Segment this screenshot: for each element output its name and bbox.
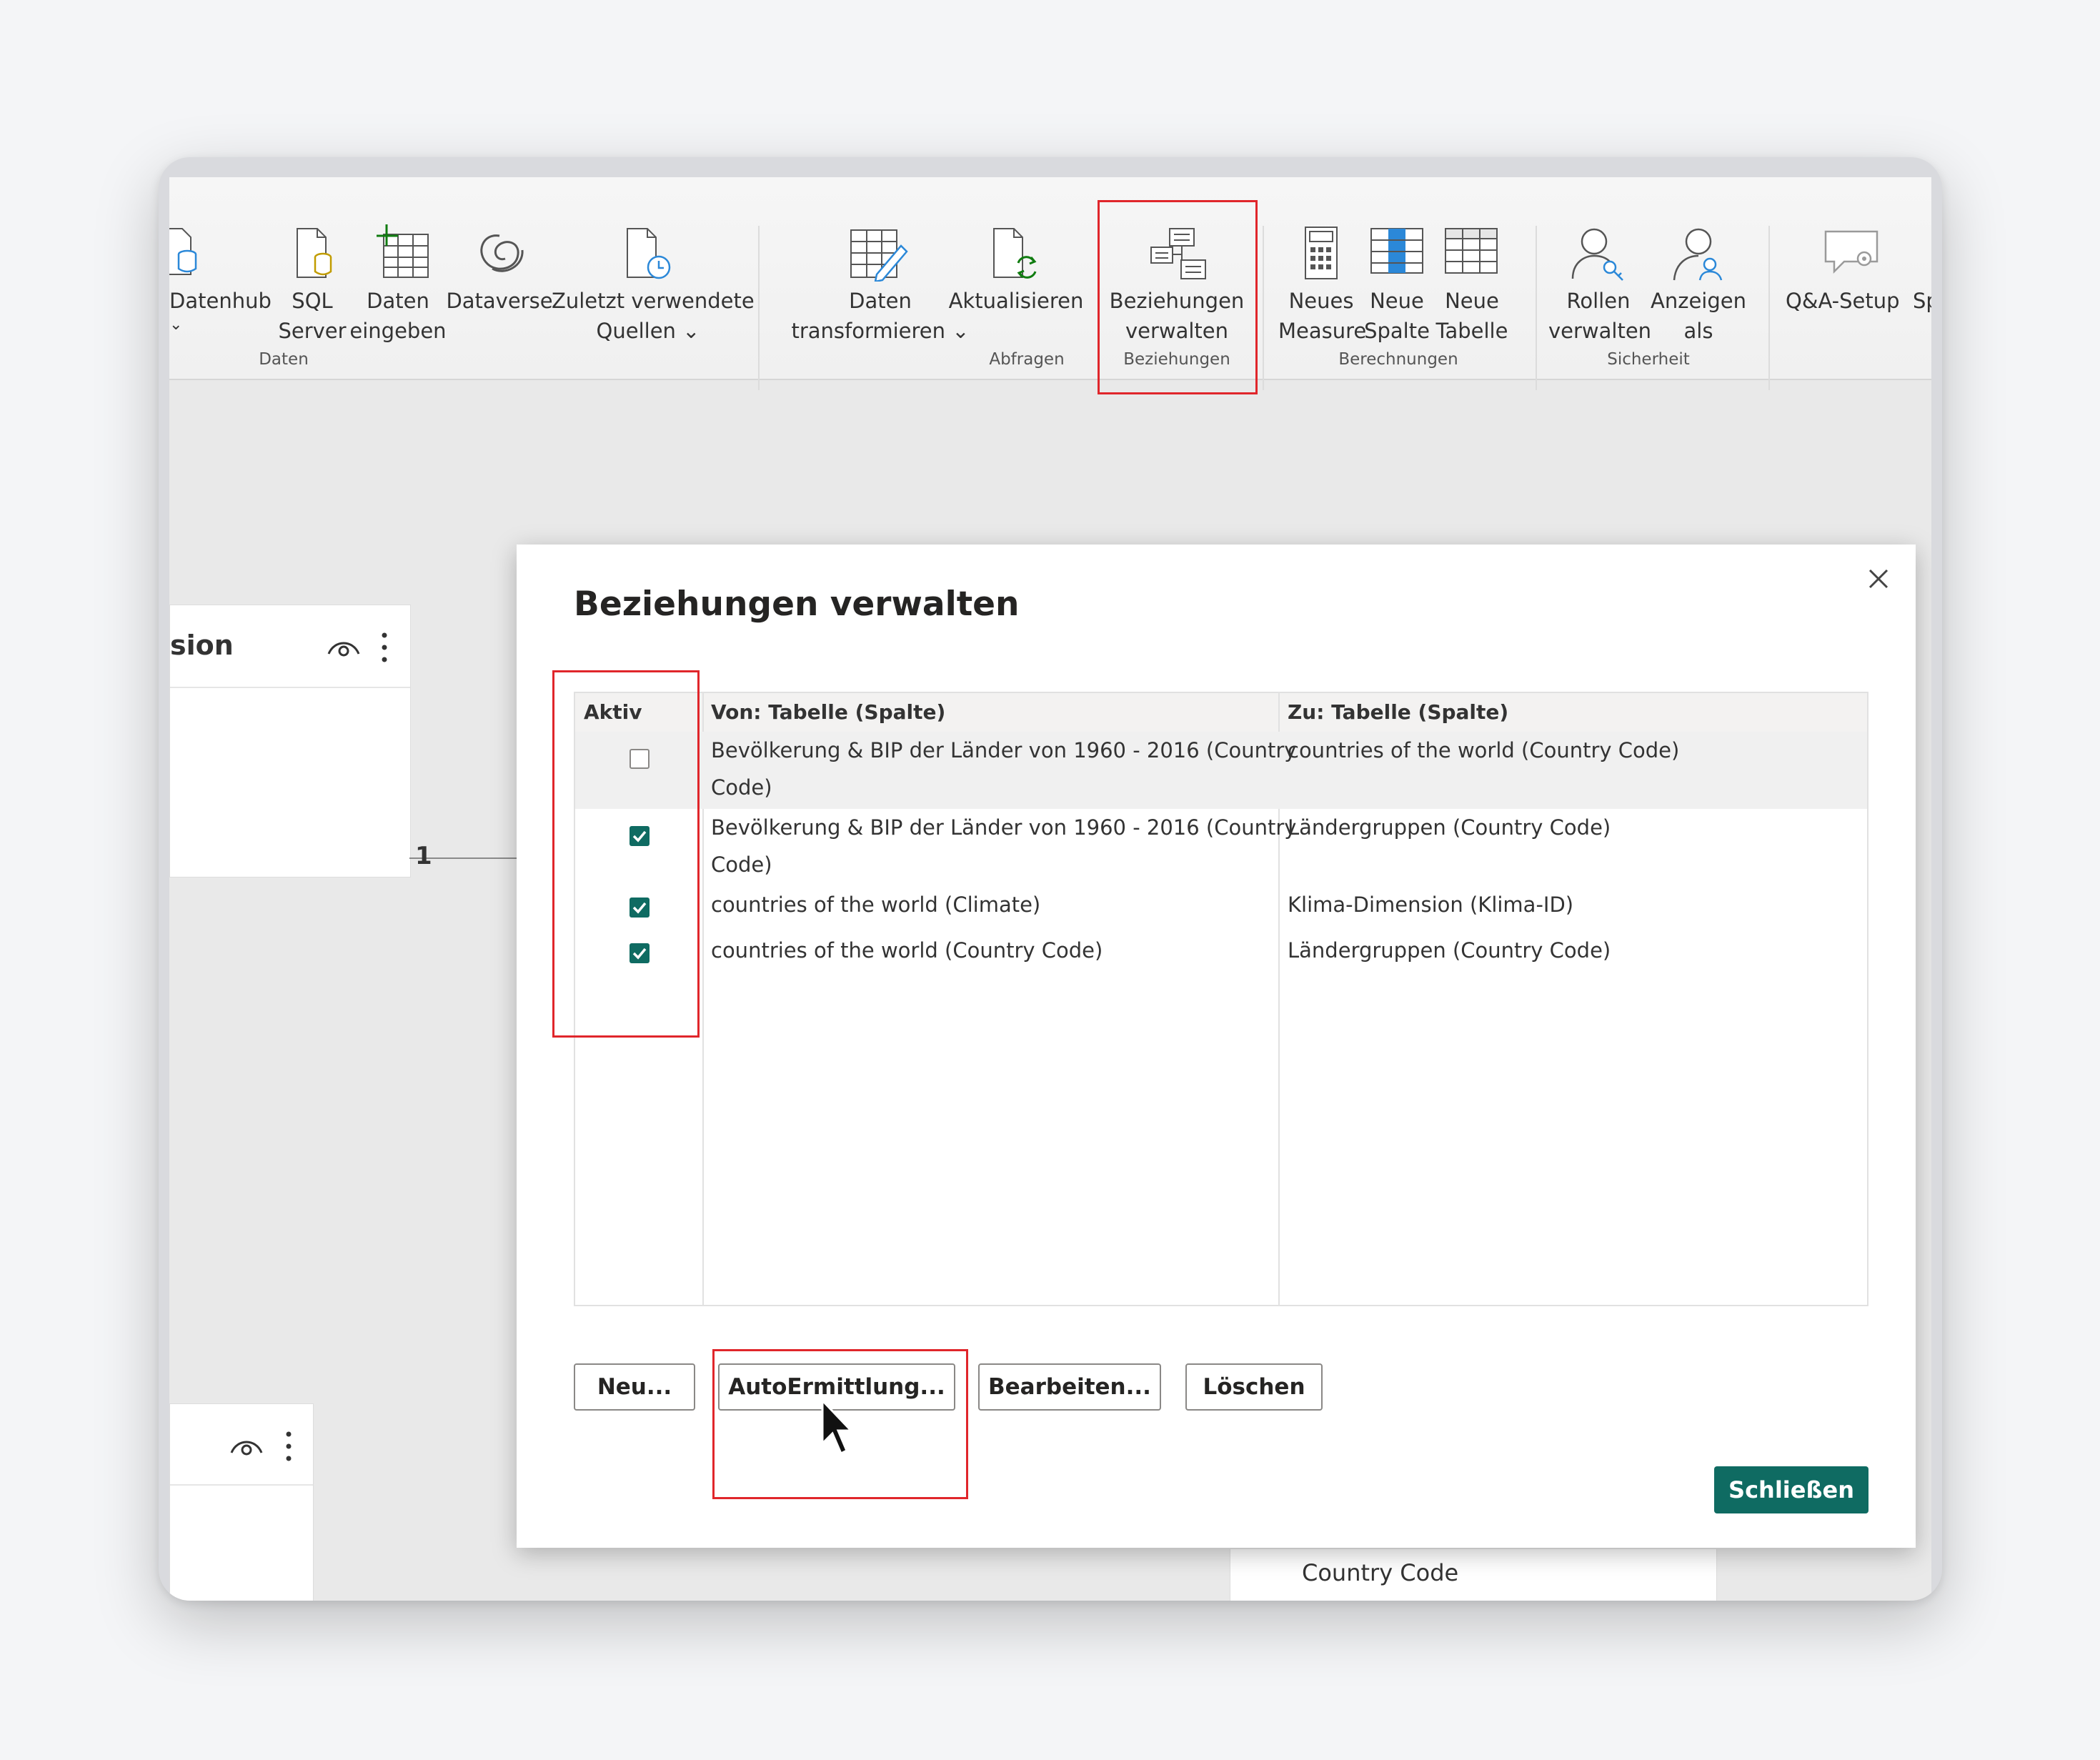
dataverse-button[interactable]: Dataverse [442, 220, 557, 349]
close-icon[interactable] [1858, 559, 1899, 599]
anzeigen-label-2: als [1683, 319, 1713, 343]
recent-sources-icon [627, 228, 671, 279]
ribbon: Datenhub ⌄ SQL Server Daten eingeben Dat… [169, 177, 1931, 394]
neu-button[interactable]: Neu... [574, 1363, 695, 1411]
ribbon-separator [1536, 226, 1537, 390]
eye-icon[interactable] [326, 637, 362, 658]
loeschen-button[interactable]: Löschen [1185, 1363, 1323, 1411]
column-header-von[interactable]: Von: Tabelle (Spalte) [711, 693, 1283, 732]
from-cell-line1: countries of the world (Country Code) [711, 938, 1103, 963]
zuletzt-label-1: Zuletzt verwendete [552, 289, 755, 313]
sprache-button-cut[interactable]: Sp [1913, 220, 1931, 349]
qa-setup-button[interactable]: Q&A-Setup [1786, 220, 1921, 349]
app-window-frame: Datenhub ⌄ SQL Server Daten eingeben Dat… [159, 157, 1942, 1601]
new-table-icon [1445, 228, 1498, 274]
neues-measure-button[interactable]: Neues Measure [1278, 220, 1367, 349]
anzeigen-label-1: Anzeigen [1651, 289, 1746, 313]
dataverse-icon [480, 234, 524, 272]
group-label-daten: Daten [259, 350, 309, 369]
sql-server-label-2: Server [278, 319, 347, 343]
table-row[interactable]: countries of the world (Country Code) Lä… [575, 932, 1867, 978]
highlight-aktiv-column [552, 670, 700, 1038]
rollen-label-2: verwalten [1548, 319, 1652, 343]
spalte-label-2: Spalte [1364, 319, 1430, 343]
daten-eingeben-label-1: Daten [367, 289, 429, 313]
table-row[interactable]: countries of the world (Climate) Klima-D… [575, 886, 1867, 932]
to-cell: countries of the world (Country Code) [1288, 738, 1680, 762]
to-cell: Klima-Dimension (Klima-ID) [1288, 893, 1574, 917]
more-options-icon[interactable] [380, 631, 389, 664]
tabelle-label-1: Neue [1445, 289, 1499, 313]
table-card-title: sion [170, 630, 234, 661]
view-as-icon [1673, 228, 1723, 281]
manage-roles-icon [1571, 228, 1623, 281]
refresh-icon [993, 228, 1037, 279]
measure-label-2: Measure [1278, 319, 1367, 343]
table-row[interactable]: Bevölkerung & BIP der Länder von 1960 - … [575, 809, 1867, 886]
daten-eingeben-button[interactable]: Daten eingeben [348, 220, 448, 349]
from-cell-line1: Bevölkerung & BIP der Länder von 1960 - … [711, 815, 1297, 840]
zuletzt-label-2: Quellen ⌄ [596, 319, 700, 343]
daten-eingeben-label-2: eingeben [349, 319, 447, 343]
to-cell: Ländergruppen (Country Code) [1288, 815, 1611, 840]
ribbon-separator [1263, 226, 1264, 390]
schliessen-button[interactable]: Schließen [1714, 1466, 1868, 1513]
rollen-label-1: Rollen [1566, 289, 1631, 313]
sql-server-icon [297, 228, 332, 278]
qa-setup-icon [1824, 230, 1878, 274]
bearbeiten-button[interactable]: Bearbeiten... [978, 1363, 1161, 1411]
group-label-sicherheit: Sicherheit [1607, 350, 1690, 369]
calculator-icon [1305, 227, 1338, 279]
sql-server-button[interactable]: SQL Server [273, 220, 352, 349]
to-cell: Ländergruppen (Country Code) [1288, 938, 1611, 963]
table-card-klima-dimension[interactable]: sion [169, 605, 411, 877]
ribbon-separator [758, 226, 760, 390]
table-plus-icon [377, 224, 429, 278]
column-header-zu[interactable]: Zu: Tabelle (Spalte) [1288, 693, 1859, 732]
neue-spalte-button[interactable]: Neue Spalte [1361, 220, 1433, 349]
relationships-table: Aktiv Von: Tabelle (Spalte) Zu: Tabelle … [574, 692, 1868, 1306]
from-cell-line2: Code) [711, 775, 772, 800]
group-label-berechnungen: Berechnungen [1338, 350, 1458, 369]
sprache-label-cut: Sp [1913, 289, 1931, 313]
eye-icon[interactable] [229, 1436, 264, 1457]
datenhub-icon [169, 228, 197, 275]
datenhub-label: Datenhub [169, 289, 272, 313]
from-cell-line1: Bevölkerung & BIP der Länder von 1960 - … [711, 738, 1297, 762]
highlight-beziehungen-verwalten [1098, 200, 1258, 394]
power-bi-screen: Datenhub ⌄ SQL Server Daten eingeben Dat… [169, 177, 1931, 1601]
ribbon-separator [1768, 226, 1770, 390]
more-options-icon[interactable] [284, 1430, 293, 1463]
manage-relationships-dialog: Beziehungen verwalten Aktiv Von: Tabelle… [517, 545, 1916, 1548]
aktualisieren-label: Aktualisieren [948, 289, 1084, 313]
qa-setup-label: Q&A-Setup [1786, 289, 1900, 313]
datenhub-dropdown-icon: ⌄ [169, 316, 183, 334]
dataverse-label: Dataverse [446, 289, 553, 313]
table-card-bottom-left[interactable] [169, 1403, 314, 1601]
dialog-title: Beziehungen verwalten [574, 585, 1020, 624]
sql-server-label-1: SQL [292, 289, 333, 313]
from-cell-line1: countries of the world (Climate) [711, 893, 1041, 917]
rollen-verwalten-button[interactable]: Rollen verwalten [1548, 220, 1652, 349]
aktualisieren-button[interactable]: Aktualisieren [948, 220, 1084, 349]
measure-label-1: Neues [1288, 289, 1354, 313]
new-column-icon [1370, 228, 1423, 274]
table-card-bottom-field[interactable]: Country Code [1230, 1549, 1717, 1601]
zuletzt-verwendete-quellen-button[interactable]: Zuletzt verwendete Quellen ⌄ [552, 220, 755, 349]
from-cell-line2: Code) [711, 852, 772, 877]
relationship-cardinality: 1 [415, 842, 432, 870]
field-country-code: Country Code [1302, 1559, 1459, 1586]
anzeigen-als-button[interactable]: Anzeigen als [1648, 220, 1748, 349]
datenhub-button[interactable]: Datenhub ⌄ [169, 220, 272, 342]
table-row[interactable]: Bevölkerung & BIP der Länder von 1960 - … [575, 732, 1867, 809]
spalte-label-1: Neue [1370, 289, 1424, 313]
neue-tabelle-button[interactable]: Neue Tabelle [1433, 220, 1511, 349]
transform-data-icon [850, 229, 908, 282]
tabelle-label-2: Tabelle [1435, 319, 1508, 343]
mouse-cursor-icon [821, 1398, 854, 1456]
